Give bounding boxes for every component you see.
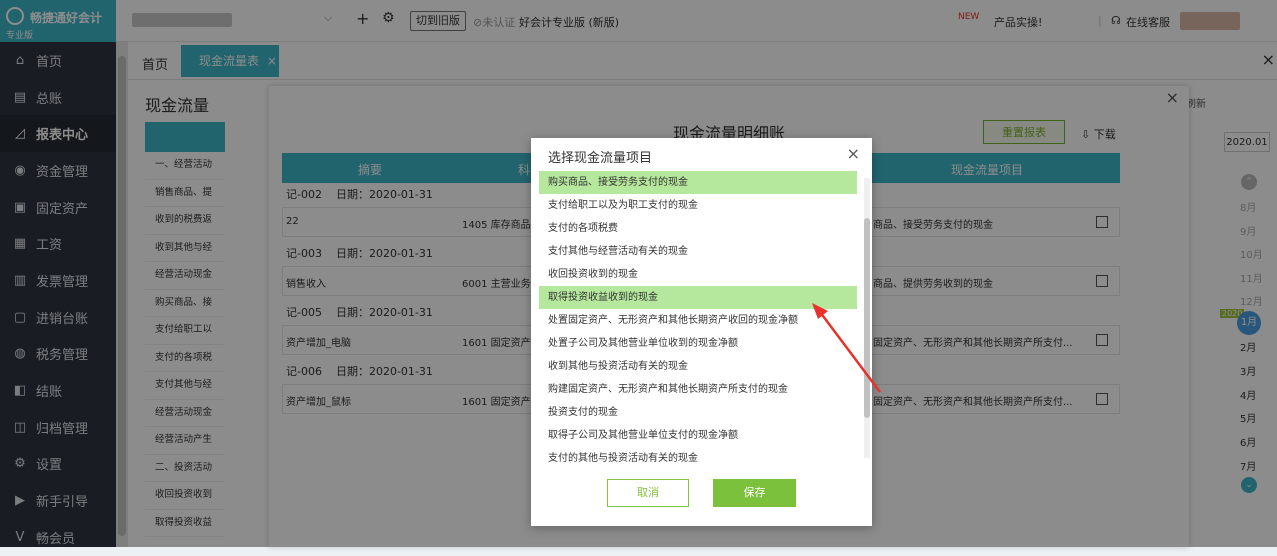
select-cashflow-item-dialog: 选择现金流量项目 × 购买商品、接受劳务支付的现金 支付给职工以及为职工支付的现金…	[531, 138, 872, 526]
cashflow-option[interactable]: 处置固定资产、无形资产和其他长期资产收回的现金净额	[539, 309, 857, 332]
save-button[interactable]: 保存	[713, 479, 796, 507]
cashflow-item-list: 购买商品、接受劳务支付的现金 支付给职工以及为职工支付的现金 支付的各项税费 支付其他…	[539, 171, 857, 470]
cashflow-option[interactable]: 取得投资收益收到的现金	[539, 286, 857, 309]
list-scrollbar[interactable]	[864, 178, 870, 458]
close-icon[interactable]: ×	[847, 144, 860, 163]
cashflow-option[interactable]: 收回投资收到的现金	[539, 263, 857, 286]
cashflow-option[interactable]: 投资支付的现金	[539, 401, 857, 424]
cashflow-option[interactable]: 处置子公司及其他营业单位收到的现金净额	[539, 332, 857, 355]
cashflow-option[interactable]: 购买商品、接受劳务支付的现金	[539, 171, 857, 194]
cashflow-option[interactable]: 收到其他与投资活动有关的现金	[539, 355, 857, 378]
cashflow-option[interactable]: 支付其他与经营活动有关的现金	[539, 240, 857, 263]
cashflow-option[interactable]: 支付的其他与投资活动有关的现金	[539, 447, 857, 470]
cashflow-option[interactable]: 支付给职工以及为职工支付的现金	[539, 194, 857, 217]
cashflow-option[interactable]: 支付的各项税费	[539, 217, 857, 240]
scrollbar-thumb[interactable]	[864, 218, 870, 418]
cancel-button[interactable]: 取消	[607, 479, 689, 507]
cashflow-option[interactable]: 取得子公司及其他营业单位支付的现金净额	[539, 424, 857, 447]
dialog-title: 选择现金流量项目	[548, 151, 653, 166]
cashflow-option[interactable]: 购建固定资产、无形资产和其他长期资产所支付的现金	[539, 378, 857, 401]
